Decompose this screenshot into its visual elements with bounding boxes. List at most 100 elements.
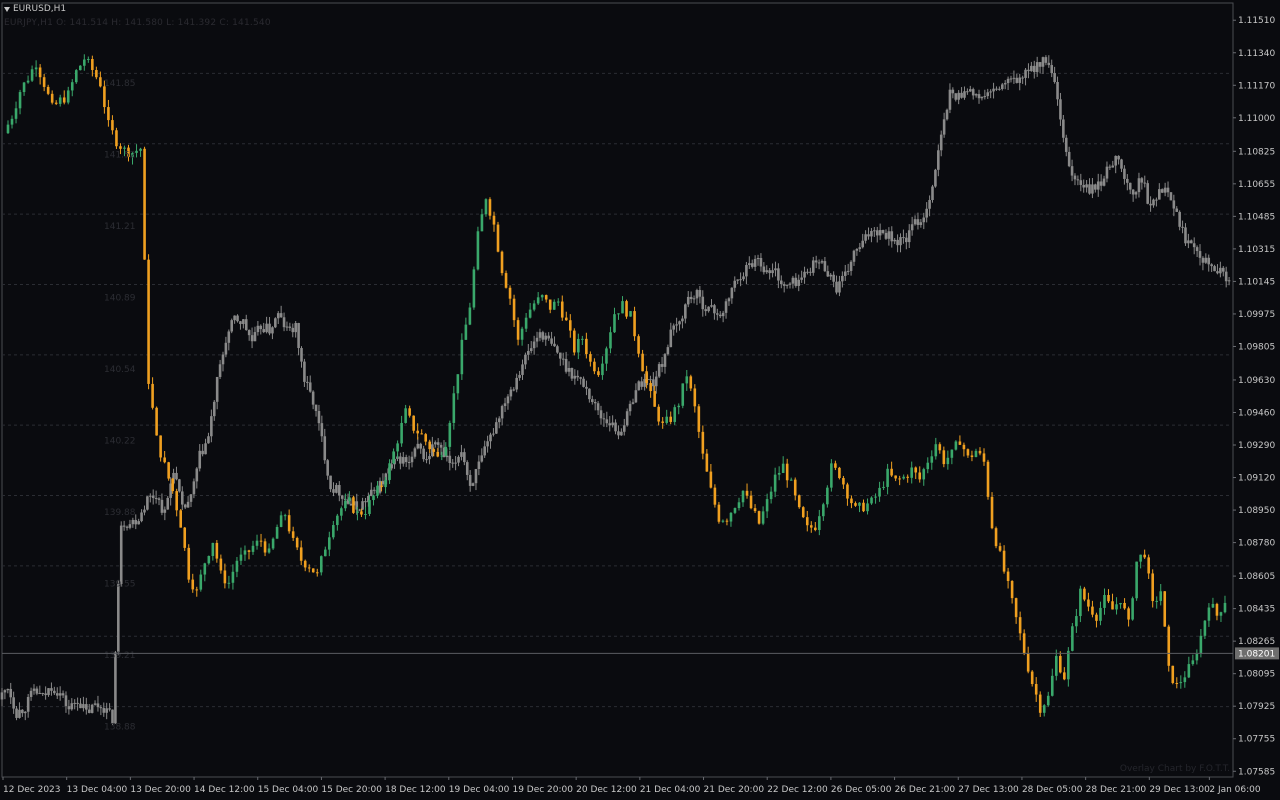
overlay-candle bbox=[637, 381, 641, 391]
time-tick-label: 13 Dec 20:00 bbox=[130, 785, 191, 795]
overlay-candle bbox=[544, 335, 548, 340]
overlay-candle bbox=[1050, 65, 1054, 74]
overlay-candle bbox=[1079, 180, 1083, 185]
overlay-candle bbox=[6, 688, 10, 691]
overlay-candle bbox=[1155, 199, 1158, 201]
main-candle bbox=[818, 516, 821, 531]
overlay-candle bbox=[710, 305, 713, 307]
overlay-axis-tick: 139.21 bbox=[104, 651, 136, 661]
overlay-candle bbox=[905, 237, 908, 243]
overlay-candle bbox=[204, 443, 207, 455]
main-candle bbox=[1147, 557, 1150, 574]
overlay-candle bbox=[1213, 266, 1216, 272]
overlay-candle bbox=[288, 326, 292, 328]
overlay-candle bbox=[925, 208, 928, 218]
overlay-candle bbox=[721, 312, 725, 317]
overlay-candle bbox=[399, 456, 402, 464]
main-candle bbox=[255, 540, 259, 546]
chevron-down-icon[interactable] bbox=[4, 7, 10, 12]
overlay-candle bbox=[966, 91, 969, 93]
overlay-candle bbox=[1088, 184, 1091, 194]
main-candle bbox=[404, 408, 407, 423]
overlay-candle bbox=[221, 354, 225, 365]
overlay-candle bbox=[137, 521, 140, 525]
overlay-candle bbox=[980, 96, 984, 99]
overlay-candle bbox=[724, 301, 728, 313]
overlay-candle bbox=[90, 704, 94, 713]
main-candle bbox=[1079, 588, 1082, 617]
main-candle bbox=[520, 328, 524, 340]
price-tick-label: 1.10145 bbox=[1238, 277, 1275, 287]
price-tick-label: 1.08780 bbox=[1238, 539, 1275, 549]
main-candle bbox=[1046, 695, 1050, 706]
price-axis: 1.11510 1.11340 1.11170 1.11000 1.10825 1.106… bbox=[2, 16, 1279, 777]
main-candle bbox=[922, 469, 926, 480]
overlay-candle bbox=[108, 708, 111, 710]
main-candle bbox=[1059, 655, 1062, 673]
overlay-candle bbox=[335, 485, 338, 493]
main-candle bbox=[500, 251, 504, 274]
symbol-row[interactable]: EURUSD,H1 bbox=[4, 3, 271, 15]
overlay-candle bbox=[1227, 280, 1231, 282]
overlay-candle bbox=[474, 469, 478, 484]
overlay-candle bbox=[759, 257, 763, 267]
main-candle bbox=[175, 491, 178, 511]
main-candle bbox=[741, 490, 745, 503]
overlay-candle bbox=[239, 321, 242, 325]
overlay-candle bbox=[1146, 183, 1149, 204]
overlay-candle bbox=[215, 376, 219, 402]
main-candle bbox=[834, 463, 837, 468]
overlay-candle bbox=[471, 483, 475, 486]
overlay-candle bbox=[262, 329, 266, 333]
main-candle bbox=[753, 508, 757, 512]
overlay-candle bbox=[797, 279, 801, 286]
overlay-candle bbox=[855, 248, 859, 251]
overlay-candle bbox=[631, 402, 635, 404]
price-chart[interactable]: 141.85 141.52 141.21 140.89 140.54 140.22 139.… bbox=[0, 0, 1280, 800]
main-candle bbox=[733, 508, 737, 513]
main-candle bbox=[119, 146, 122, 149]
overlay-candle bbox=[416, 443, 420, 449]
main-candle bbox=[769, 491, 773, 500]
main-candle bbox=[978, 450, 982, 454]
overlay-axis-tick: 139.55 bbox=[104, 580, 136, 590]
overlay-candle bbox=[401, 457, 405, 464]
main-candle bbox=[781, 463, 785, 473]
overlay-candle bbox=[1073, 175, 1077, 180]
price-tick-label: 1.09975 bbox=[1238, 310, 1275, 320]
overlay-candle bbox=[1123, 168, 1126, 179]
main-candle bbox=[1143, 554, 1146, 558]
main-candle bbox=[862, 502, 865, 512]
time-tick-label: 20 Dec 12:00 bbox=[576, 785, 637, 795]
main-candle bbox=[649, 383, 652, 392]
overlay-candle bbox=[803, 271, 806, 278]
overlay-candle bbox=[15, 708, 18, 718]
overlay-candle bbox=[939, 134, 943, 151]
main-candle bbox=[223, 570, 227, 584]
main-candle bbox=[203, 563, 207, 575]
overlay-candle bbox=[1210, 264, 1213, 267]
overlay-candle bbox=[1195, 247, 1199, 252]
main-candle bbox=[585, 338, 588, 355]
price-grid bbox=[1, 2, 1234, 778]
main-candle bbox=[480, 214, 484, 232]
metatrader-chart-window[interactable]: 141.85 141.52 141.21 140.89 140.54 140.22 139.… bbox=[0, 0, 1280, 800]
main-candle bbox=[1163, 591, 1167, 627]
main-candle bbox=[605, 348, 608, 364]
main-candle bbox=[1099, 607, 1102, 621]
overlay-candle bbox=[989, 91, 992, 93]
overlay-candle bbox=[1126, 178, 1129, 183]
overlay-candle bbox=[529, 348, 533, 351]
price-tick-label: 1.10825 bbox=[1238, 147, 1275, 157]
overlay-candle bbox=[189, 494, 193, 502]
main-candle bbox=[215, 542, 219, 559]
overlay-candle bbox=[634, 390, 638, 403]
overlay-candle bbox=[843, 271, 847, 276]
price-tick-label: 1.09290 bbox=[1238, 441, 1275, 451]
main-candle bbox=[412, 415, 415, 431]
price-tick-label: 1.11170 bbox=[1238, 81, 1275, 91]
overlay-candle bbox=[61, 693, 65, 696]
overlay-candle bbox=[823, 261, 827, 272]
main-candle bbox=[372, 495, 375, 501]
overlay-candle bbox=[800, 277, 803, 280]
